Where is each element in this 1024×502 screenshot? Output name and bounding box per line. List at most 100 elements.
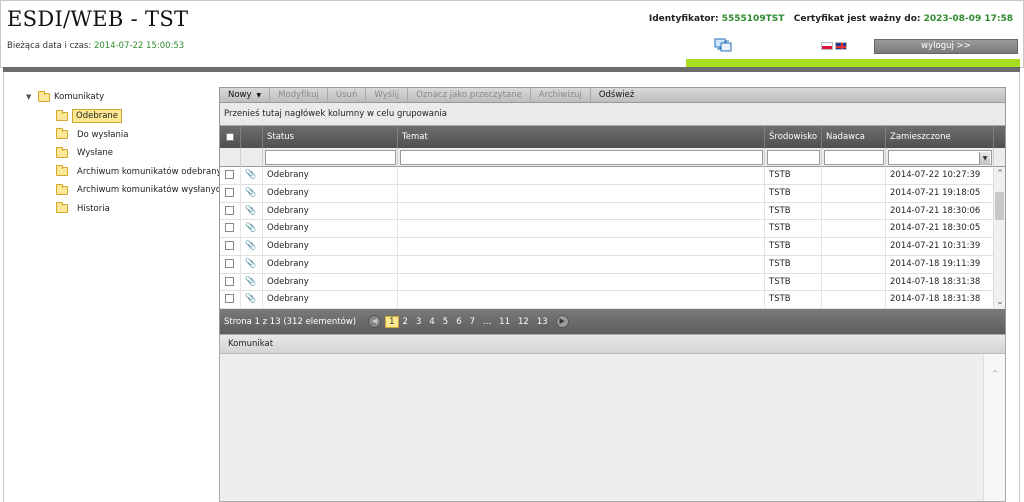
row-attachment-cell: 📎	[241, 167, 263, 185]
page-link[interactable]: 6	[452, 317, 465, 327]
filter-spacer	[220, 148, 241, 167]
page-link[interactable]: 11	[495, 317, 514, 327]
column-header-status[interactable]: Status	[263, 126, 398, 148]
row-checkbox[interactable]	[225, 258, 234, 268]
scroll-down-icon[interactable]: ⌄	[994, 297, 1005, 307]
prev-page-icon[interactable]: ◀	[368, 315, 382, 328]
next-page-icon[interactable]: ▶	[555, 315, 569, 328]
delete-button[interactable]: Usuń	[328, 87, 367, 103]
flag-gb-icon[interactable]	[835, 42, 847, 50]
scroll-thumb[interactable]	[995, 192, 1004, 220]
row-checkbox[interactable]	[225, 276, 234, 286]
chevron-down-icon[interactable]: ▼	[979, 152, 990, 165]
cell-status: Odebrany	[263, 255, 398, 274]
cell-temat	[398, 238, 765, 256]
cell-temat	[398, 167, 765, 185]
table-row[interactable]: 📎 Odebrany TSTB 2014-07-22 10:27:39	[220, 167, 1005, 185]
tree-item-archiwum-odebranych[interactable]: Archiwum komunikatów odebranych	[56, 163, 237, 182]
row-select-cell	[220, 255, 241, 274]
page-link[interactable]: 5	[439, 317, 452, 327]
row-select-cell	[220, 291, 241, 309]
cell-status: Odebrany	[263, 184, 398, 203]
row-checkbox[interactable]	[225, 241, 234, 250]
ident-value: 5555109TST	[721, 14, 785, 24]
filter-status	[263, 148, 398, 167]
row-checkbox[interactable]	[225, 223, 234, 233]
page-link[interactable]: 7	[466, 317, 479, 327]
row-checkbox[interactable]	[225, 294, 234, 304]
row-checkbox[interactable]	[225, 170, 234, 179]
column-header-temat[interactable]: Temat	[398, 126, 765, 148]
cell-zamieszczone: 2014-07-21 18:30:05	[886, 220, 994, 238]
table-row[interactable]: 📎 Odebrany TSTB 2014-07-21 19:18:05	[220, 184, 1005, 203]
modify-button[interactable]: Modyfikuj	[270, 87, 328, 103]
folder-icon	[56, 183, 68, 195]
page-link[interactable]: 13	[533, 317, 552, 327]
cell-nadawca	[822, 273, 886, 292]
refresh-button[interactable]: Odśwież	[591, 88, 643, 103]
table-row[interactable]: 📎 Odebrany TSTB 2014-07-21 18:30:06	[220, 202, 1005, 221]
table-row[interactable]: 📎 Odebrany TSTB 2014-07-18 18:31:38	[220, 273, 1005, 292]
tree-root-komunikaty[interactable]: ▼ Komunikaty	[26, 90, 237, 104]
page-link[interactable]: 1	[385, 315, 399, 328]
filter-zamieszczone-select[interactable]: ▼	[888, 150, 992, 165]
select-all-checkbox[interactable]	[226, 132, 234, 141]
table-row[interactable]: 📎 Odebrany TSTB 2014-07-18 19:11:39	[220, 255, 1005, 274]
row-attachment-cell: 📎	[241, 291, 263, 309]
mark-read-button[interactable]: Oznacz jako przeczytane	[408, 87, 531, 103]
scroll-up-icon[interactable]: ⌃	[984, 368, 1006, 381]
folder-icon	[56, 146, 68, 158]
column-header-zamieszczone[interactable]: Zamieszczone	[886, 126, 994, 148]
tree-item-archiwum-wyslanych[interactable]: Archiwum komunikatów wysłanych	[56, 181, 237, 200]
tree-item-do-wyslania[interactable]: Do wysłania	[56, 126, 237, 145]
select-all-header	[220, 126, 241, 148]
column-header-srodowisko[interactable]: Środowisko	[765, 126, 822, 148]
flag-pl-icon[interactable]	[821, 42, 833, 50]
language-flags	[821, 42, 847, 50]
page-link[interactable]: 12	[514, 317, 533, 327]
row-checkbox[interactable]	[225, 187, 234, 197]
tree-item-wyslane[interactable]: Wysłane	[56, 144, 237, 163]
paperclip-icon: 📎	[245, 258, 257, 269]
grid-rows: 📎 Odebrany TSTB 2014-07-22 10:27:39 📎 Odebran…	[220, 167, 1005, 309]
page-link[interactable]: 2	[399, 317, 412, 327]
row-attachment-cell: 📎	[241, 238, 263, 256]
folder-icon	[38, 90, 50, 102]
filter-srodowisko-input[interactable]	[767, 150, 820, 165]
page-link[interactable]: 4	[425, 317, 438, 327]
folder-icon	[56, 165, 68, 177]
archive-button[interactable]: Archiwizuj	[531, 87, 591, 103]
filter-nadawca-input[interactable]	[824, 150, 884, 165]
row-container: 📎 Odebrany TSTB 2014-07-22 10:27:39 📎 Odebran…	[220, 167, 1005, 309]
filter-temat-input[interactable]	[400, 150, 763, 165]
paperclip-icon: 📎	[245, 187, 257, 198]
table-row[interactable]: 📎 Odebrany TSTB 2014-07-18 18:31:38	[220, 291, 1005, 309]
send-button[interactable]: Wyślij	[366, 87, 409, 103]
scroll-up-icon[interactable]: ⌃	[994, 169, 1005, 179]
collapse-icon[interactable]: ▼	[26, 93, 38, 101]
cell-zamieszczone: 2014-07-18 18:31:38	[886, 273, 994, 292]
table-row[interactable]: 📎 Odebrany TSTB 2014-07-21 10:31:39	[220, 238, 1005, 256]
cell-srodowisko: TSTB	[765, 291, 822, 309]
datetime-value: 2014-07-22 15:00:53	[93, 41, 185, 51]
filter-temat	[398, 148, 765, 167]
detail-scrollbar[interactable]: ⌃	[983, 354, 1005, 501]
cell-nadawca	[822, 202, 886, 221]
grid-scrollbar[interactable]: ⌃ ⌄	[993, 167, 1005, 309]
table-row[interactable]: 📎 Odebrany TSTB 2014-07-21 18:30:05	[220, 220, 1005, 238]
tree-item-label: Wysłane	[77, 148, 113, 159]
filter-status-input[interactable]	[265, 150, 396, 165]
column-header-nadawca[interactable]: Nadawca	[822, 126, 886, 148]
row-checkbox[interactable]	[225, 205, 234, 215]
app-header: ESDI/WEB - TST Bieżąca data i czas: 2014…	[0, 0, 1024, 68]
filter-srodowisko	[765, 148, 822, 167]
paperclip-icon: 📎	[245, 170, 257, 180]
tree-item-label: Odebrane	[72, 109, 123, 124]
logout-button[interactable]: wyloguj >>	[874, 39, 1018, 54]
group-by-area[interactable]: Przenieś tutaj nagłówek kolumny w celu g…	[220, 103, 1005, 126]
tree-item-historia[interactable]: Historia	[56, 200, 237, 219]
new-button[interactable]: Nowy ▼	[220, 87, 271, 103]
page-link[interactable]: 3	[412, 317, 425, 327]
tree-item-odebrane[interactable]: Odebrane	[56, 107, 237, 126]
sync-icon[interactable]	[714, 38, 732, 52]
